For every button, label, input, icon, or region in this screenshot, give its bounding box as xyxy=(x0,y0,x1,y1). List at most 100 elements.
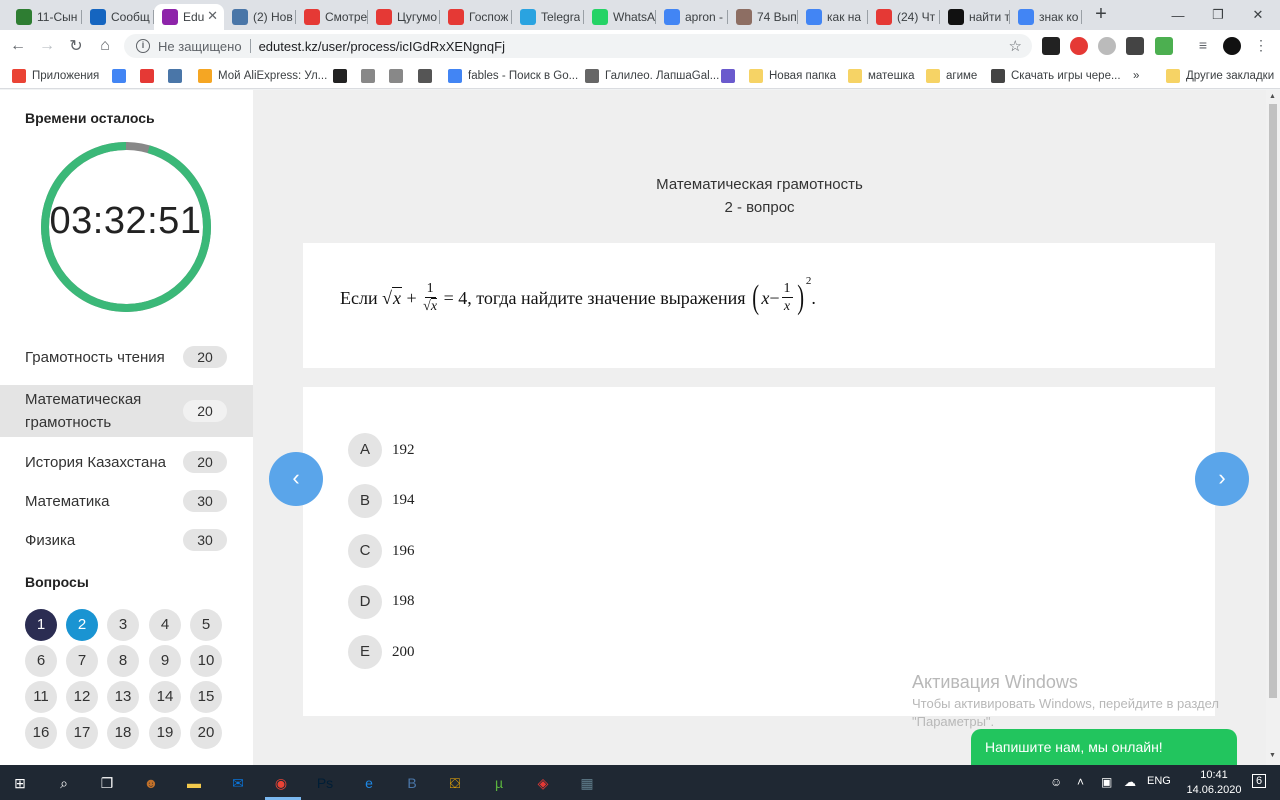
question-number-button[interactable]: 6 xyxy=(25,645,57,677)
answer-option[interactable]: A 192 xyxy=(348,433,648,467)
bookmark-item[interactable] xyxy=(361,67,381,84)
file-explorer-icon[interactable]: ▬ xyxy=(182,771,206,795)
opera-icon[interactable] xyxy=(1070,37,1088,55)
back-arrow-icon[interactable]: ← xyxy=(8,36,28,56)
chat-widget-button[interactable]: Напишите нам, мы онлайн! xyxy=(971,729,1237,765)
vk-icon[interactable]: В xyxy=(400,771,424,795)
mail-icon[interactable]: ✉ xyxy=(226,771,250,795)
browser-tab[interactable]: знак ко xyxy=(1010,4,1082,30)
info-icon[interactable]: i xyxy=(136,39,150,53)
avatar-app-icon[interactable]: ☻ xyxy=(139,771,163,795)
games-icon[interactable]: ◈ xyxy=(531,771,555,795)
browser-tab[interactable]: Telegra xyxy=(512,4,584,30)
question-number-button[interactable]: 5 xyxy=(190,609,222,641)
question-number-button[interactable]: 1 xyxy=(25,609,57,641)
question-number-button[interactable]: 14 xyxy=(149,681,181,713)
browser-tab[interactable]: WhatsA xyxy=(584,4,656,30)
url-text[interactable]: edutest.kz/user/process/icIGdRxXENgnqFj xyxy=(259,39,505,54)
question-number-button[interactable]: 11 xyxy=(25,681,57,713)
search-icon[interactable]: ⌕ xyxy=(52,771,76,795)
question-number-button[interactable]: 8 xyxy=(107,645,139,677)
utorrent-icon[interactable]: µ xyxy=(487,771,511,795)
media-icon[interactable]: ≡ xyxy=(1194,37,1212,55)
browser-tab[interactable]: как на xyxy=(798,4,868,30)
browser-tab[interactable]: Смотре xyxy=(296,4,368,30)
cube-icon[interactable] xyxy=(1126,37,1144,55)
photoshop-icon[interactable]: Ps xyxy=(313,771,337,795)
browser-tab[interactable]: (24) Чт xyxy=(868,4,940,30)
browser-tab[interactable]: Цугумо xyxy=(368,4,440,30)
bookmark-item[interactable] xyxy=(112,67,132,84)
bookmark-item[interactable]: матешка xyxy=(848,67,915,84)
tab-close-icon[interactable]: ✕ xyxy=(207,8,218,24)
browser-tab[interactable]: (2) Нов xyxy=(224,4,296,30)
question-number-button[interactable]: 13 xyxy=(107,681,139,713)
scrollbar-thumb[interactable] xyxy=(1269,104,1277,698)
network-icon[interactable]: ▣ xyxy=(1101,775,1112,789)
question-number-button[interactable]: 15 xyxy=(190,681,222,713)
answer-option[interactable]: D 198 xyxy=(348,584,648,619)
chrome-icon[interactable]: ◉ xyxy=(269,771,293,795)
question-number-button[interactable]: 19 xyxy=(149,717,181,749)
question-number-button[interactable]: 9 xyxy=(149,645,181,677)
bookmark-star-icon[interactable]: ☆ xyxy=(1009,37,1022,55)
browser-tab[interactable]: Сообщ xyxy=(82,4,154,30)
answer-letter[interactable]: D xyxy=(348,584,382,619)
bookmark-item[interactable] xyxy=(721,67,741,84)
bookmark-item[interactable]: Галилео. ЛапшаGal... xyxy=(585,67,719,84)
bookmark-item[interactable]: fables - Поиск в Go... xyxy=(448,67,578,84)
next-question-button[interactable]: › xyxy=(1195,452,1249,506)
extension-icon[interactable] xyxy=(1042,37,1060,55)
prev-question-button[interactable]: ‹ xyxy=(269,452,323,506)
browser-tab[interactable]: 11-Сын xyxy=(8,4,82,30)
store-icon[interactable]: ⛋ xyxy=(443,771,467,795)
scroll-up-icon[interactable]: ▲ xyxy=(1269,93,1276,100)
answer-letter[interactable]: B xyxy=(348,483,382,518)
answer-letter[interactable]: A xyxy=(348,433,382,467)
calculator-icon[interactable]: ▦ xyxy=(575,771,599,795)
close-window-icon[interactable]: ✕ xyxy=(1238,0,1278,30)
answer-option[interactable]: C 196 xyxy=(348,534,648,568)
bookmark-item[interactable] xyxy=(418,67,438,84)
subject-item[interactable]: Грамотность чтения 20 xyxy=(0,338,253,376)
page-scrollbar[interactable]: ▲ ▼ xyxy=(1266,90,1280,765)
avatar[interactable] xyxy=(1223,37,1241,55)
address-bar[interactable]: i Не защищено edutest.kz/user/process/ic… xyxy=(124,34,1032,58)
question-number-button[interactable]: 7 xyxy=(66,645,98,677)
subject-item[interactable]: Математическая грамотность 20 xyxy=(0,385,253,437)
puzzle-icon[interactable] xyxy=(1155,37,1173,55)
minimize-icon[interactable]: — xyxy=(1158,0,1198,30)
question-number-button[interactable]: 2 xyxy=(66,609,98,641)
globe-icon[interactable] xyxy=(1098,37,1116,55)
subject-item[interactable]: История Казахстана 20 xyxy=(0,443,253,481)
browser-tab[interactable]: Госпож xyxy=(440,4,512,30)
scroll-down-icon[interactable]: ▼ xyxy=(1269,752,1276,759)
bookmark-item[interactable]: агиме xyxy=(926,67,977,84)
bookmark-item[interactable]: Мой AliExpress: Ул... xyxy=(198,67,327,84)
answer-option[interactable]: B 194 xyxy=(348,483,648,518)
question-number-button[interactable]: 16 xyxy=(25,717,57,749)
bookmark-item[interactable] xyxy=(168,67,188,84)
question-number-button[interactable]: 3 xyxy=(107,609,139,641)
subject-item[interactable]: Физика 30 xyxy=(0,521,253,559)
subject-item[interactable]: Математика 30 xyxy=(0,482,253,520)
answer-option[interactable]: E 200 xyxy=(348,635,648,669)
browser-tab[interactable]: Edu ✕ xyxy=(154,4,224,30)
browser-tab[interactable]: apron - xyxy=(656,4,728,30)
question-number-button[interactable]: 18 xyxy=(107,717,139,749)
bookmark-item[interactable] xyxy=(389,67,409,84)
forward-arrow-icon[interactable]: → xyxy=(37,36,57,56)
more-bookmarks-button[interactable]: » xyxy=(1133,67,1139,84)
bookmark-item[interactable] xyxy=(333,67,353,84)
bookmark-item[interactable]: Скачать игры чере... xyxy=(991,67,1121,84)
new-tab-button[interactable]: + xyxy=(1090,4,1112,26)
answer-letter[interactable]: E xyxy=(348,635,382,669)
bookmark-item[interactable] xyxy=(140,67,160,84)
windows-start-icon[interactable]: ⊞ xyxy=(8,771,32,795)
language-indicator[interactable]: ENG xyxy=(1147,775,1171,787)
restore-icon[interactable]: ❐ xyxy=(1198,0,1238,30)
notifications-icon[interactable]: 6 xyxy=(1252,774,1267,788)
reload-icon[interactable]: ↻ xyxy=(66,36,86,56)
people-icon[interactable]: ☺ xyxy=(1050,775,1062,789)
home-icon[interactable]: ⌂ xyxy=(95,36,115,56)
